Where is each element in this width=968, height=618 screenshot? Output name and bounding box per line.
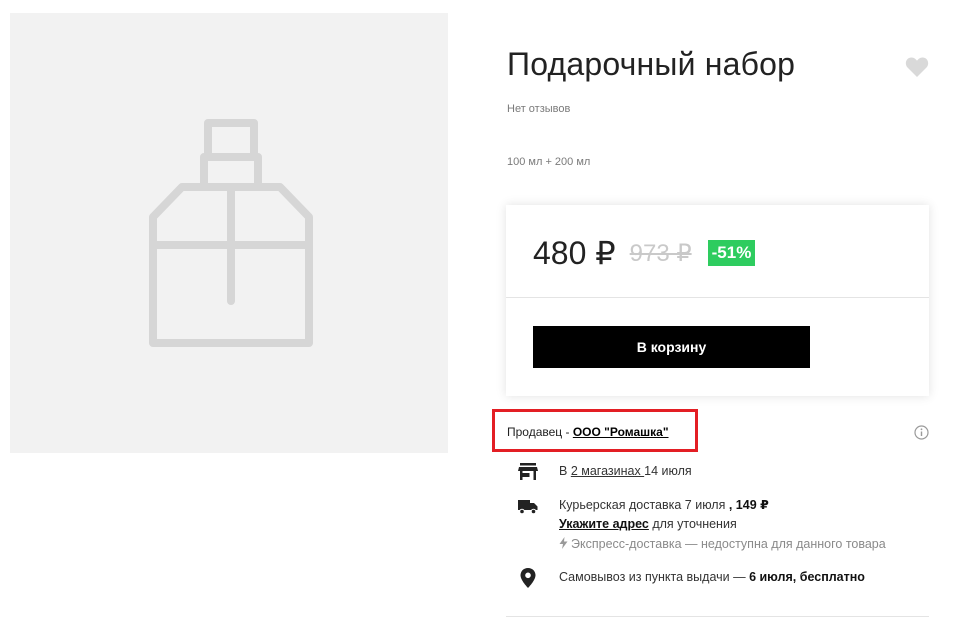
stores-date: 14 июля bbox=[644, 464, 692, 478]
price-row: 480 ₽ 973 ₽ -51% bbox=[533, 235, 756, 271]
seller-link[interactable]: ООО "Ромашка" bbox=[573, 425, 669, 439]
info-icon bbox=[914, 425, 929, 440]
express-text: Экспресс-доставка — недоступна для данно… bbox=[571, 537, 886, 551]
courier-delivery: Курьерская доставка 7 июля , 149 ₽ bbox=[559, 497, 769, 512]
seller-label: Продавец - bbox=[507, 425, 573, 439]
old-price: 973 ₽ bbox=[629, 239, 692, 267]
seller-info: Продавец - ООО "Ромашка" bbox=[507, 425, 669, 439]
discount-badge: -51% bbox=[707, 240, 756, 266]
specify-address-link[interactable]: Укажите адрес bbox=[559, 517, 649, 531]
heart-icon bbox=[905, 57, 929, 77]
favorite-button[interactable] bbox=[905, 56, 929, 78]
current-price: 480 ₽ bbox=[533, 235, 616, 271]
store-icon bbox=[517, 461, 539, 483]
stores-prefix: В bbox=[559, 464, 571, 478]
reviews-link[interactable]: Нет отзывов bbox=[507, 103, 570, 115]
product-volume: 100 мл + 200 мл bbox=[507, 156, 591, 168]
stores-link[interactable]: 2 магазинах bbox=[571, 464, 644, 478]
courier-price: , 149 ₽ bbox=[728, 498, 769, 512]
address-suffix: для уточнения bbox=[648, 517, 737, 531]
add-to-cart-button[interactable]: В корзину bbox=[533, 326, 810, 368]
perfume-bottle-placeholder-icon bbox=[149, 119, 313, 347]
courier-text: Курьерская доставка 7 июля bbox=[559, 498, 729, 512]
product-image[interactable] bbox=[10, 13, 448, 453]
divider bbox=[506, 297, 929, 298]
pickup-text: Самовывоз из пункта выдачи — bbox=[559, 570, 750, 584]
express-delivery: Экспресс-доставка — недоступна для данно… bbox=[559, 537, 886, 551]
divider bbox=[506, 616, 929, 617]
truck-icon bbox=[517, 495, 539, 517]
address-hint: Укажите адрес для уточнения bbox=[559, 517, 737, 531]
lightning-icon bbox=[559, 537, 568, 549]
product-title: Подарочный набор bbox=[507, 46, 796, 82]
pickup-delivery: Самовывоз из пункта выдачи — 6 июля, бес… bbox=[559, 570, 865, 584]
stores-availability: В 2 магазинах 14 июля bbox=[559, 464, 692, 478]
location-pin-icon bbox=[518, 567, 540, 589]
pickup-terms: 6 июля, бесплатно bbox=[749, 570, 865, 584]
price-card: 480 ₽ 973 ₽ -51% В корзину bbox=[506, 205, 929, 396]
info-button[interactable] bbox=[914, 425, 929, 440]
